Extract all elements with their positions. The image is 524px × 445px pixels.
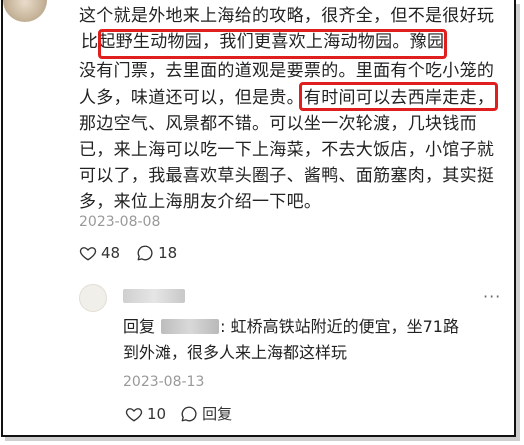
comment-line: 没有门票，去里面的道观是要票的。里面有个吃小笼的: [79, 58, 509, 84]
reply-label: 回复: [202, 405, 233, 423]
reply-like-button[interactable]: 10: [125, 405, 166, 423]
comment-text: 已，来上海可以吃一下上海菜，不去大饭店，小馆子就: [79, 140, 495, 161]
like-button[interactable]: 48: [79, 244, 120, 262]
reply-prefix: 回复: [123, 317, 156, 336]
reply-actions: 10 回复: [125, 403, 232, 424]
reply-text: 到外滩，很多人来上海都这样玩: [123, 343, 348, 362]
more-icon[interactable]: ···: [483, 287, 501, 306]
screenshot-frame: 这个就是外地来上海给的攻略，很齐全，但不是很好玩 比起野生动物园，我们更喜欢上海…: [1, 0, 516, 437]
reply-line: 回复 : 虹桥高铁站附近的便宜，坐71路: [123, 314, 493, 340]
reply-button[interactable]: 回复: [180, 403, 232, 424]
comment-line: 可以了，我最喜欢草头圈子、酱鸭、面筋塞肉，其实挺: [79, 163, 509, 189]
reply-date: 2023-08-13: [123, 374, 205, 390]
comment-button[interactable]: 18: [136, 244, 177, 262]
comment-line: 那边空气、风景都不错。可以坐一次轮渡，几块钱而: [79, 111, 509, 137]
highlight-box-zoo: [98, 29, 447, 59]
reply-text: : 虹桥高铁站附近的便宜，坐71路: [220, 317, 459, 336]
reply-user-avatar[interactable]: [79, 284, 107, 312]
comment-line: 已，来上海可以吃一下上海菜，不去大饭店，小馆子就: [79, 137, 509, 163]
blurred-username: [161, 319, 220, 334]
reply-like-count: 10: [147, 404, 167, 423]
user-avatar[interactable]: [3, 0, 47, 22]
comment-text: 多，来位上海朋友介绍一下吧。: [79, 192, 322, 213]
comment-text: 那边空气、风景都不错。可以坐一次轮渡，几块钱而: [79, 113, 477, 134]
like-count: 48: [101, 244, 121, 262]
comment-text: 这个就是外地来上海给的攻略，很齐全，但不是很好玩: [79, 6, 495, 26]
comment-count: 18: [158, 244, 178, 262]
reply-line: 到外滩，很多人来上海都这样玩: [123, 340, 493, 366]
comment-date: 2023-08-08: [79, 214, 161, 230]
comment-text: 人多，味道还可以，但是贵。: [79, 87, 304, 108]
highlight-box-westbank: [299, 82, 498, 111]
comment-icon: [181, 406, 197, 421]
reply-username-blurred[interactable]: [123, 289, 185, 303]
reply-body: 回复 : 虹桥高铁站附近的便宜，坐71路 到外滩，很多人来上海都这样玩: [123, 314, 493, 366]
comment-icon: [137, 245, 153, 261]
heart-icon: [79, 247, 97, 261]
heart-icon: [125, 407, 143, 422]
comment-actions: 48 18: [79, 244, 177, 262]
comment-line: 这个就是外地来上海给的攻略，很齐全，但不是很好玩: [79, 3, 509, 29]
comment-text: 可以了，我最喜欢草头圈子、酱鸭、面筋塞肉，其实挺: [79, 166, 495, 187]
comment-text: 没有门票，去里面的道观是要票的。里面有个吃小笼的: [79, 61, 495, 82]
